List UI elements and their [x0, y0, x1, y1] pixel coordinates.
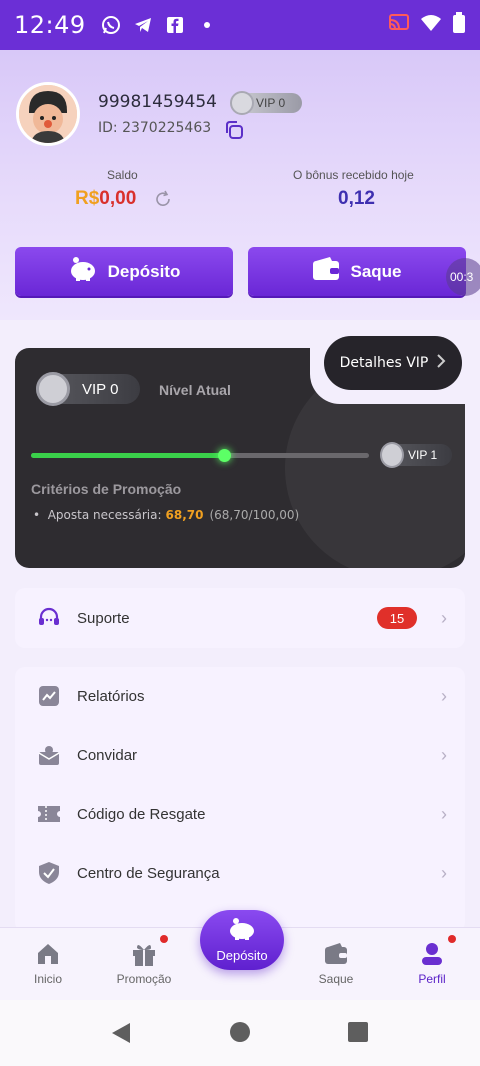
- cast-icon: [388, 13, 410, 38]
- vip-medal-icon: [36, 372, 70, 406]
- support-label: Suporte: [77, 609, 130, 627]
- menu-item-label: Centro de Segurança: [77, 864, 220, 882]
- status-bar: 12:49: [0, 0, 480, 50]
- system-status-icons: [388, 11, 466, 39]
- criteria-title: Critérios de Promoção: [31, 481, 182, 497]
- vip-details-label: Detalhes VIP: [339, 355, 429, 371]
- criteria-progress: (68,70/100,00): [209, 508, 300, 522]
- wifi-icon: [420, 14, 442, 37]
- vip-medal-icon: [230, 91, 254, 115]
- invite-envelope-icon: [37, 743, 61, 767]
- home-circle-icon[interactable]: [230, 1022, 250, 1042]
- chevron-right-icon: ›: [441, 685, 447, 706]
- menu-item-label: Convidar: [77, 746, 138, 764]
- profile-notification-dot: [448, 935, 456, 943]
- criteria-amount: 68,70: [165, 508, 204, 522]
- nav-home[interactable]: Inicio: [8, 940, 88, 986]
- back-icon[interactable]: [110, 1022, 132, 1049]
- saldo-amount: 0,00: [99, 188, 137, 209]
- menu-item-redeem-code[interactable]: Código de Resgate ›: [15, 785, 465, 843]
- deposit-button[interactable]: Depósito: [15, 247, 233, 296]
- nav-profile[interactable]: Perfil: [392, 940, 472, 986]
- piggy-bank-icon: [227, 917, 257, 946]
- copy-icon[interactable]: [224, 120, 244, 140]
- telegram-icon: [132, 14, 154, 36]
- battery-icon: [452, 11, 466, 39]
- refresh-icon[interactable]: [154, 190, 172, 208]
- facebook-icon: [164, 14, 186, 36]
- wallet-icon: [322, 940, 350, 968]
- whatsapp-icon: [100, 14, 122, 36]
- headset-icon: [37, 606, 61, 630]
- nav-label: Depósito: [216, 948, 268, 963]
- currency-symbol: R$: [75, 188, 100, 209]
- user-phone: 99981459454: [98, 92, 217, 112]
- ticket-icon: [37, 802, 61, 826]
- menu-item-security[interactable]: Centro de Segurança ›: [15, 844, 465, 902]
- nav-label: Promoção: [116, 972, 172, 986]
- menu-item-reports[interactable]: Relatórios ›: [15, 667, 465, 725]
- nav-withdraw[interactable]: Saque: [296, 940, 376, 986]
- promotion-notification-dot: [160, 935, 168, 943]
- support-row[interactable]: Suporte 15 ›: [15, 589, 465, 647]
- deposit-label: Depósito: [107, 261, 181, 281]
- chevron-right-icon: ›: [441, 862, 447, 883]
- wallet-icon: [312, 257, 340, 286]
- vip-level-badge: VIP 0: [230, 91, 302, 115]
- vip-details-button[interactable]: Detalhes VIP: [324, 336, 462, 390]
- support-count-badge: 15: [377, 607, 417, 629]
- nav-label: Saque: [318, 972, 354, 986]
- user-id: ID: 2370225463: [98, 120, 212, 136]
- gift-icon: [130, 940, 158, 968]
- avatar[interactable]: [16, 82, 80, 146]
- criteria-item: • Aposta necessária: 68,70 (68,70/100,00): [33, 508, 299, 522]
- chevron-right-icon: ›: [441, 744, 447, 765]
- next-vip-badge: VIP 1: [380, 442, 452, 468]
- menu-item-label: Relatórios: [77, 687, 145, 705]
- saldo-value: R$0,00: [75, 188, 136, 210]
- bonus-label: O bônus recebido hoje: [293, 168, 414, 182]
- timer-bubble[interactable]: 00:3: [446, 258, 480, 296]
- current-level-label: Nível Atual: [159, 382, 231, 398]
- menu-item-invite[interactable]: Convidar ›: [15, 726, 465, 784]
- saldo-label: Saldo: [107, 168, 138, 182]
- nav-deposit[interactable]: Depósito: [200, 910, 284, 970]
- home-icon: [34, 940, 62, 968]
- criteria-label: Aposta necessária:: [47, 508, 162, 522]
- chevron-right-icon: ›: [441, 607, 447, 628]
- withdraw-button[interactable]: Saque: [248, 247, 466, 296]
- nav-promotion[interactable]: Promoção: [104, 940, 184, 986]
- vip-progress-fill: [31, 453, 224, 458]
- chevron-right-icon: [436, 354, 446, 372]
- bullet: •: [33, 508, 48, 522]
- status-time: 12:49: [14, 11, 86, 39]
- more-notifications-icon: [196, 14, 218, 36]
- vip-medal-icon: [380, 442, 404, 468]
- chart-report-icon: [37, 684, 61, 708]
- vip-progress-indicator: [217, 449, 231, 462]
- vip-level-text: VIP 0: [256, 96, 286, 110]
- current-vip-text: VIP 0: [82, 380, 119, 398]
- nav-label: Perfil: [418, 972, 446, 986]
- user-icon: [418, 940, 446, 968]
- chevron-right-icon: ›: [441, 803, 447, 824]
- recent-apps-icon[interactable]: [348, 1022, 368, 1042]
- current-vip-badge: VIP 0: [36, 372, 140, 406]
- menu-item-label: Código de Resgate: [77, 805, 206, 823]
- piggy-bank-icon: [68, 256, 98, 287]
- shield-check-icon: [37, 861, 61, 885]
- bonus-value: 0,12: [338, 188, 375, 209]
- next-vip-text: VIP 1: [408, 448, 438, 462]
- withdraw-label: Saque: [350, 261, 402, 281]
- nav-label: Inicio: [33, 972, 62, 986]
- notification-icons: [100, 14, 218, 36]
